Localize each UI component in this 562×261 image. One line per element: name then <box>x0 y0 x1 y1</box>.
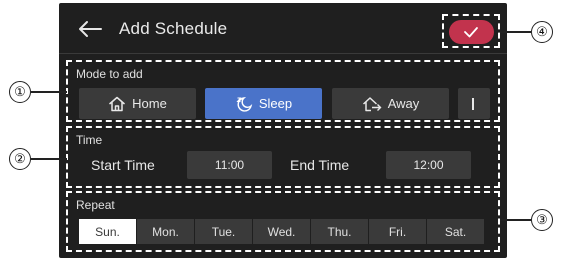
callout-4-leader <box>500 31 531 33</box>
time-section: Time Start Time 11:00 End Time 12:00 <box>66 126 500 188</box>
callout-2: ② <box>9 148 31 170</box>
day-thu-button[interactable]: Thu. <box>311 219 368 244</box>
mode-sleep-button[interactable]: Sleep <box>205 88 322 119</box>
scroll-indicator-icon <box>472 97 474 110</box>
header-bar: Add Schedule <box>59 3 507 54</box>
repeat-section-label: Repeat <box>76 198 115 212</box>
app-screen: Add Schedule Mode to add Home Sleep Away… <box>59 3 507 258</box>
mode-section: Mode to add Home Sleep Away <box>66 60 500 122</box>
repeat-days: Sun. Mon. Tue. Wed. Thu. Fri. Sat. <box>79 219 484 244</box>
start-time-field[interactable]: 11:00 <box>187 151 272 179</box>
end-time-label: End Time <box>290 157 350 173</box>
mode-home-button[interactable]: Home <box>79 88 196 119</box>
day-fri-button[interactable]: Fri. <box>369 219 426 244</box>
mode-section-label: Mode to add <box>76 67 143 81</box>
mode-away-label: Away <box>387 96 420 111</box>
callout-1-leader <box>31 91 67 93</box>
start-time-label: Start Time <box>91 157 155 173</box>
mode-sleep-label: Sleep <box>258 96 293 111</box>
page-title: Add Schedule <box>119 19 228 38</box>
check-icon <box>464 27 478 38</box>
callout-4: ④ <box>531 21 553 43</box>
end-time-field[interactable]: 12:00 <box>386 151 471 179</box>
moon-icon <box>236 96 253 112</box>
mode-more-button[interactable] <box>458 88 490 119</box>
day-wed-button[interactable]: Wed. <box>253 219 310 244</box>
callout-1: ① <box>9 81 31 103</box>
home-icon <box>109 96 126 111</box>
confirm-button[interactable] <box>449 20 494 44</box>
day-tue-button[interactable]: Tue. <box>195 219 252 244</box>
callout-2-leader <box>31 158 67 160</box>
day-sat-button[interactable]: Sat. <box>427 219 484 244</box>
away-icon <box>362 96 382 111</box>
mode-home-label: Home <box>132 96 167 111</box>
day-mon-button[interactable]: Mon. <box>137 219 194 244</box>
time-section-label: Time <box>76 133 103 147</box>
repeat-section: Repeat Sun. Mon. Tue. Wed. Thu. Fri. Sat… <box>66 191 500 252</box>
mode-away-button[interactable]: Away <box>332 88 449 119</box>
back-arrow-icon[interactable] <box>77 20 103 38</box>
callout-3-leader <box>500 219 531 221</box>
day-sun-button[interactable]: Sun. <box>79 219 136 244</box>
callout-3: ③ <box>531 209 553 231</box>
